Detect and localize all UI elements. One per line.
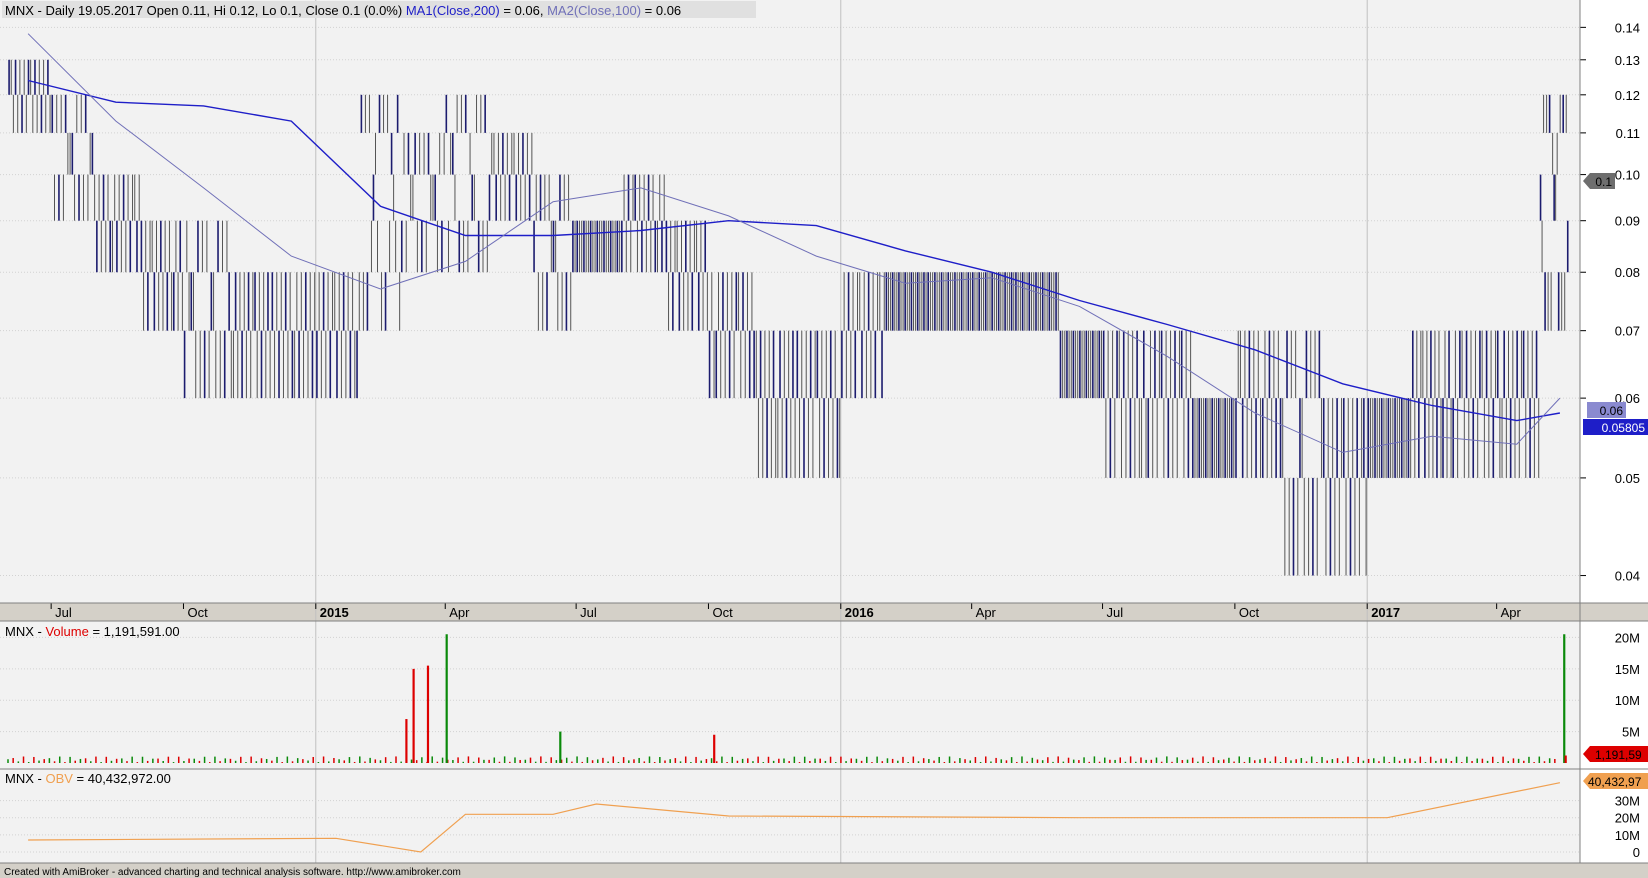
date-tick-label: Oct — [712, 605, 733, 620]
price-tick-label: 0.11 — [1616, 126, 1640, 141]
volume-tick-label: 20M — [1615, 630, 1640, 645]
date-axis-bg — [0, 603, 1648, 621]
ma2-badge: 0.05805 — [1583, 419, 1648, 435]
volume-tick-label: 15M — [1615, 662, 1640, 677]
volume-title-part: = 1,191,591.00 — [89, 624, 180, 639]
price-title-part: = 0.06, — [500, 3, 547, 18]
svg-text:1,191,59: 1,191,59 — [1595, 748, 1642, 762]
price-panel-bg — [0, 0, 1580, 603]
price-tick-label: 0.12 — [1615, 88, 1640, 103]
svg-text:0.06: 0.06 — [1600, 404, 1624, 418]
date-tick-label: Apr — [1501, 605, 1522, 620]
date-tick-label: Jul — [55, 605, 72, 620]
volume-badge: 1,191,59 — [1583, 746, 1648, 762]
price-tick-label: 0.04 — [1615, 569, 1640, 584]
date-tick-label: Apr — [449, 605, 470, 620]
date-tick-label: 2015 — [320, 605, 349, 620]
obv-panel-title: MNX - OBV = 40,432,972.00 — [5, 771, 171, 786]
obv-tick-label: 20M — [1615, 811, 1640, 826]
stock-chart[interactable]: 0.140.130.120.110.100.090.080.070.060.05… — [0, 0, 1648, 878]
obv-title-part: OBV — [45, 771, 73, 786]
price-title-part: MA1(Close,200) — [406, 3, 500, 18]
volume-title-part: MNX - — [5, 624, 45, 639]
obv-tick-label: 10M — [1615, 828, 1640, 843]
obv-title-part: MNX - — [5, 771, 45, 786]
price-panel-title: MNX - Daily 19.05.2017 Open 0.11, Hi 0.1… — [5, 3, 681, 18]
price-tick-label: 0.08 — [1615, 265, 1640, 280]
svg-text:40,432,97: 40,432,97 — [1588, 775, 1642, 789]
price-title-part: = 0.06 — [641, 3, 681, 18]
date-tick-label: Oct — [187, 605, 208, 620]
date-tick-label: Jul — [1107, 605, 1124, 620]
obv-title-part: = 40,432,972.00 — [73, 771, 171, 786]
svg-text:0.05805: 0.05805 — [1602, 421, 1646, 435]
volume-panel-bg — [0, 621, 1580, 769]
volume-title-part: Volume — [45, 624, 88, 639]
obv-badge: 40,432,97 — [1583, 773, 1648, 789]
price-tick-label: 0.14 — [1615, 20, 1640, 35]
price-title-part: MNX - Daily 19.05.2017 Open 0.11, Hi 0.1… — [5, 3, 406, 18]
price-tick-label: 0.09 — [1615, 214, 1640, 229]
price-tick-label: 0.13 — [1615, 53, 1640, 68]
volume-panel-title: MNX - Volume = 1,191,591.00 — [5, 624, 180, 639]
price-tick-label: 0.05 — [1615, 471, 1640, 486]
footer-text: Created with AmiBroker - advanced charti… — [4, 867, 461, 878]
price-tick-label: 0.07 — [1615, 324, 1640, 339]
date-tick-label: Oct — [1239, 605, 1260, 620]
date-tick-label: 2016 — [845, 605, 874, 620]
date-tick-label: Apr — [976, 605, 997, 620]
amibroker-chart-window: 0.14 0.13 0.12 0.11 0.10 0.09 0.08 0.07 0.06 0.05… — [0, 0, 1648, 878]
ma1-badge: 0.06 — [1587, 402, 1626, 418]
obv-tick-label: 0 — [1633, 845, 1640, 860]
obv-tick-label: 30M — [1615, 794, 1640, 809]
volume-tick-label: 10M — [1615, 693, 1640, 708]
date-tick-label: 2017 — [1371, 605, 1400, 620]
date-tick-label: Jul — [580, 605, 597, 620]
svg-text:0.1: 0.1 — [1595, 175, 1612, 189]
price-title-part: MA2(Close,100) — [547, 3, 641, 18]
volume-tick-label: 5M — [1622, 725, 1640, 740]
price-tick-label: 0.10 — [1615, 168, 1640, 183]
